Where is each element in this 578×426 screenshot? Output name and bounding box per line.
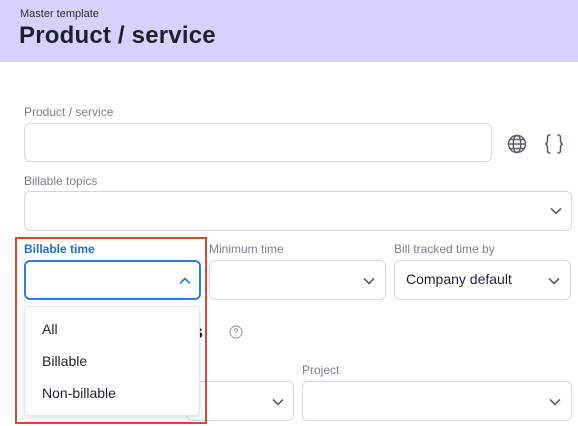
minimum-time-label: Minimum time [209, 242, 284, 256]
bill-tracked-time-select[interactable]: Company default [394, 260, 571, 300]
chevron-down-icon [549, 204, 563, 218]
product-service-label: Product / service [24, 105, 114, 119]
minimum-time-select[interactable] [209, 260, 386, 300]
billable-topics-select[interactable] [24, 191, 572, 231]
header-subtitle: Master template [20, 8, 99, 20]
chevron-down-icon [547, 274, 561, 288]
product-service-input[interactable] [24, 123, 492, 162]
chevron-down-icon [362, 274, 376, 288]
project-label: Project [302, 363, 340, 377]
chevron-down-icon [271, 395, 285, 409]
chevron-down-icon [548, 395, 562, 409]
braces-icon[interactable] [542, 132, 566, 156]
bill-tracked-time-value: Company default [406, 271, 512, 287]
highlight-box [15, 237, 207, 424]
project-select[interactable] [302, 381, 572, 421]
billable-topics-label: Billable topics [24, 174, 98, 188]
help-icon[interactable] [229, 325, 243, 339]
page-header: Master template Product / service [0, 0, 578, 62]
bill-tracked-time-label: Bill tracked time by [394, 242, 495, 256]
page-title: Product / service [19, 22, 216, 49]
globe-icon[interactable] [505, 132, 529, 156]
